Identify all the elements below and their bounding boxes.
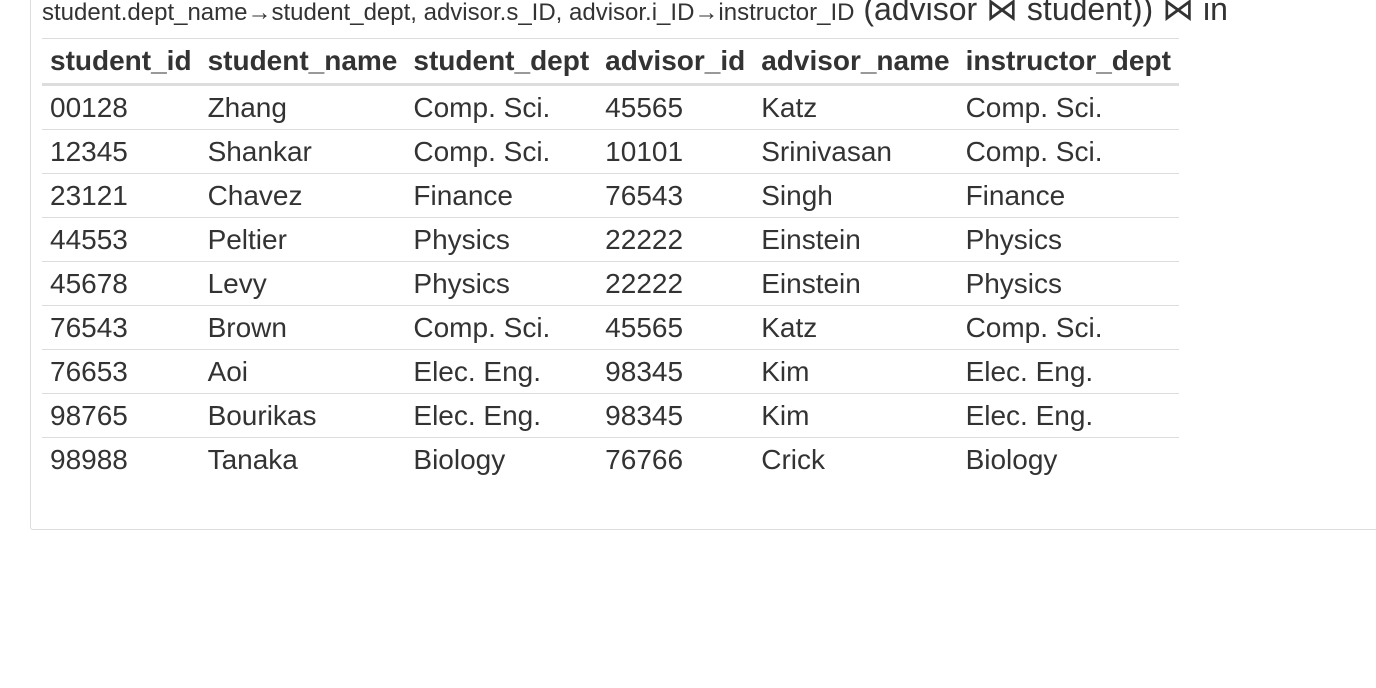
cell-advisor-name: Kim [753,393,958,438]
cell-student-dept: Physics [405,261,598,306]
cell-student-dept: Elec. Eng. [405,393,598,438]
column-header-student-name: student_name [199,38,406,86]
expression-suffix: (advisor ⋈ student)) ⋈ in [854,0,1228,27]
table-row: 76653 Aoi Elec. Eng. 98345 Kim Elec. Eng… [42,349,1179,394]
cell-student-name: Peltier [199,217,406,262]
cell-student-dept: Elec. Eng. [405,349,598,394]
cell-advisor-id: 22222 [597,261,754,306]
cell-advisor-id: 45565 [597,305,754,350]
cell-instructor-dept: Comp. Sci. [957,305,1179,350]
cell-instructor-dept: Elec. Eng. [957,349,1179,394]
cell-student-dept: Comp. Sci. [405,305,598,350]
cell-instructor-dept: Comp. Sci. [957,129,1179,174]
table-row: 98988 Tanaka Biology 76766 Crick Biology [42,438,1179,482]
cell-advisor-name: Crick [761,443,825,475]
cell-student-name: Levy [199,261,406,306]
cell-student-dept: Physics [405,217,598,262]
relational-algebra-expression: student.dept_name→student_dept, advisor.… [42,0,1228,28]
cell-advisor-id: 22222 [597,217,754,262]
cell-student-name: Zhang [199,84,406,130]
cell-advisor-name: Katz [753,305,958,350]
cell-student-dept: Biology [413,443,506,475]
cell-student-id: 44553 [42,217,200,262]
cell-student-id: 12345 [42,129,200,174]
cell-instructor-dept: Biology [965,443,1058,475]
cell-student-id: 23121 [42,173,200,218]
cell-advisor-id: 45565 [597,84,754,130]
column-header-advisor-name: advisor_name [753,38,958,86]
cell-instructor-dept: Finance [957,173,1179,218]
cell-student-name: Aoi [199,349,406,394]
column-header-advisor-id: advisor_id [597,38,754,86]
table-row: 45678 Levy Physics 22222 Einstein Physic… [42,261,1179,306]
cell-student-id: 76543 [42,305,200,350]
cell-advisor-name: Kim [753,349,958,394]
cell-student-id: 00128 [42,84,200,130]
cell-advisor-name: Srinivasan [753,129,958,174]
cell-student-id: 45678 [42,261,200,306]
cell-advisor-id: 98345 [597,393,754,438]
cell-student-dept: Finance [405,173,598,218]
cell-advisor-id: 10101 [597,129,754,174]
cell-instructor-dept: Elec. Eng. [957,393,1179,438]
table-row: 23121 Chavez Finance 76543 Singh Finance [42,173,1179,218]
column-header-student-id: student_id [42,38,200,86]
cell-advisor-id: 98345 [597,349,754,394]
cell-advisor-id: 76766 [605,443,684,475]
cell-advisor-name: Einstein [753,217,958,262]
cell-student-name: Brown [199,305,406,350]
cell-advisor-id: 76543 [597,173,754,218]
cell-instructor-dept: Comp. Sci. [957,84,1179,130]
table-row: 00128 Zhang Comp. Sci. 45565 Katz Comp. … [42,84,1179,130]
result-table: student_id student_name student_dept adv… [42,38,1179,481]
cell-student-id: 76653 [42,349,200,394]
cell-student-dept: Comp. Sci. [405,84,598,130]
cell-student-name: Bourikas [199,393,406,438]
table-header-row: student_id student_name student_dept adv… [42,38,1179,86]
cell-instructor-dept: Physics [957,217,1179,262]
table-row: 44553 Peltier Physics 22222 Einstein Phy… [42,217,1179,262]
column-header-student-dept: student_dept [405,38,598,86]
table-row: 98765 Bourikas Elec. Eng. 98345 Kim Elec… [42,393,1179,438]
cell-advisor-name: Singh [753,173,958,218]
table-row: 12345 Shankar Comp. Sci. 10101 Srinivasa… [42,129,1179,174]
cell-instructor-dept: Physics [957,261,1179,306]
cell-student-dept: Comp. Sci. [405,129,598,174]
cell-student-name: Chavez [199,173,406,218]
cell-advisor-name: Einstein [753,261,958,306]
cell-student-id: 98988 [50,443,128,475]
cell-advisor-name: Katz [753,84,958,130]
expression-prefix: student.dept_name→student_dept, advisor.… [42,0,855,26]
cell-student-name: Tanaka [207,443,298,475]
cell-student-id: 98765 [42,393,200,438]
column-header-instructor-dept: instructor_dept [957,38,1179,86]
cell-student-name: Shankar [199,129,406,174]
table-row: 76543 Brown Comp. Sci. 45565 Katz Comp. … [42,305,1179,350]
